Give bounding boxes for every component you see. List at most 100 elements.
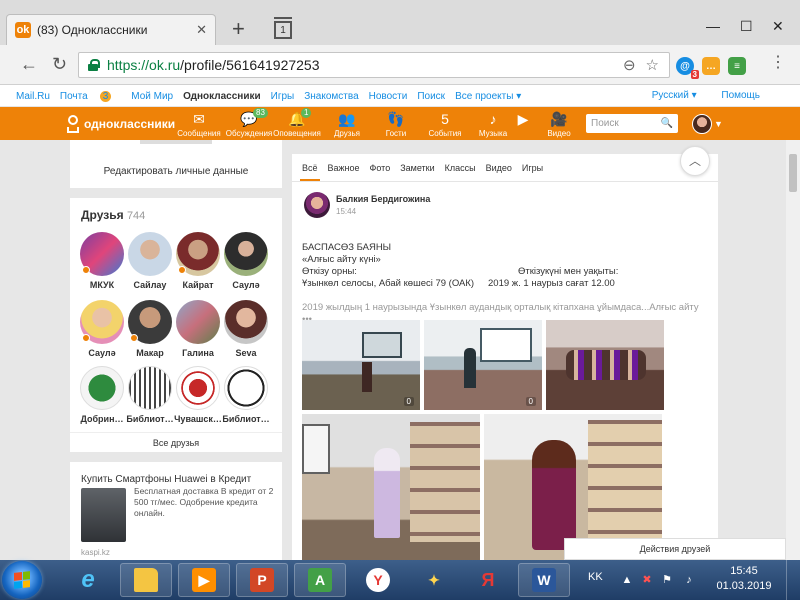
friend-avatar (80, 300, 124, 344)
taskbar-yandex-browser[interactable]: Y (352, 563, 404, 597)
portal-link-all-projects[interactable]: Все проекты ▾ (455, 91, 521, 102)
edit-profile-link[interactable]: Редактировать личные данные (70, 166, 282, 177)
friends-activity-button[interactable]: Действия друзей (564, 538, 786, 560)
post-text: БАСПАСӨЗ БАЯНЫ «Алғыс айту күні» Өткізу … (302, 242, 712, 326)
nav-friends[interactable]: 👥 Друзья (320, 110, 374, 138)
star-icon[interactable]: ☆ (646, 56, 659, 74)
ad-card[interactable]: Купить Смартфоны Huawei в Кредит Бесплат… (70, 462, 282, 560)
page-scrollbar[interactable] (786, 140, 800, 560)
tab-overview-button[interactable]: 1 (274, 17, 292, 39)
network-warning-icon[interactable]: ✖ (640, 573, 654, 587)
tab-photo[interactable]: Фото (370, 163, 391, 173)
post-author-avatar[interactable] (304, 192, 330, 218)
mailru-extension-icon[interactable]: @3 (676, 57, 699, 79)
friends-title[interactable]: Друзья 744 (81, 208, 145, 222)
more-menu-icon[interactable]: ⋮ (770, 55, 786, 71)
address-bar[interactable]: https://ok.ru/profile/561641927253 ⊖ ☆ (78, 52, 670, 78)
internet-explorer-icon: e (81, 566, 95, 593)
tab-important[interactable]: Важное (328, 163, 360, 173)
close-icon[interactable]: ✕ (196, 22, 207, 38)
friend-item[interactable]: Чувашск… (174, 366, 222, 424)
ad-phone-image[interactable] (81, 488, 126, 542)
reload-icon[interactable]: ↻ (52, 54, 67, 74)
friend-item[interactable]: Библиот… (126, 366, 174, 424)
friend-item[interactable]: Галина (174, 300, 222, 358)
scroll-up-button[interactable]: ︿ (680, 146, 710, 176)
chat-extension-icon[interactable]: … (702, 57, 720, 75)
show-desktop-button[interactable] (786, 560, 800, 600)
ok-logo[interactable]: одноклассники (66, 115, 175, 133)
friend-item[interactable]: Сайлау (126, 232, 174, 290)
folder-icon (134, 568, 158, 592)
taskbar-green-app[interactable]: A (294, 563, 346, 597)
powerpoint-icon: P (250, 568, 274, 592)
ad-source[interactable]: kaspi.kz (81, 548, 110, 557)
nav-discussions[interactable]: 💬 83 Обсуждения (222, 108, 276, 138)
portal-link-mail[interactable]: Почта 3 (60, 90, 121, 102)
friend-item[interactable]: Seva (222, 300, 270, 358)
nav-video[interactable]: 🎥 Видео (532, 110, 586, 138)
zoom-out-icon[interactable]: ⊖ (623, 56, 636, 74)
close-window-icon[interactable]: ✕ (772, 18, 784, 35)
scrollbar-thumb[interactable] (789, 154, 797, 192)
friend-item[interactable]: МКУК (78, 232, 126, 290)
post-photo[interactable]: 0 (302, 320, 420, 410)
ad-text: Бесплатная доставка В кредит от 2 500 тг… (134, 486, 274, 518)
maximize-icon[interactable]: ☐ (740, 18, 753, 35)
back-arrow-icon[interactable]: ← (20, 54, 38, 74)
tray-arrow-icon[interactable]: ▲ (620, 573, 634, 587)
portal-right: Русский ▾ Помощь (640, 90, 770, 101)
browser-tab[interactable]: ok (83) Одноклассники ✕ (6, 14, 216, 45)
language-selector[interactable]: Русский ▾ (652, 90, 697, 101)
taskbar-explorer[interactable] (120, 563, 172, 597)
post-author[interactable]: Балкия Бердигожина (336, 194, 430, 204)
portal-link[interactable]: Mail.Ru (16, 91, 50, 102)
nav-guests[interactable]: 👣 Гости (369, 110, 423, 138)
friend-item[interactable]: Макар (126, 300, 174, 358)
tab-notes[interactable]: Заметки (400, 163, 434, 173)
taskbar-ie[interactable]: e (62, 563, 114, 597)
friend-item[interactable]: Саулә (78, 300, 126, 358)
friend-avatar (128, 300, 172, 344)
language-indicator[interactable]: KK (588, 571, 603, 583)
taskbar-wand[interactable]: ✦ (408, 563, 460, 597)
minimize-icon[interactable]: — (706, 18, 720, 34)
taskbar-yandex[interactable]: Я (462, 563, 514, 597)
post-photo[interactable] (546, 320, 664, 410)
taskbar-word[interactable]: W (518, 563, 570, 597)
flag-icon[interactable]: ⚑ (660, 573, 674, 587)
ad-title[interactable]: Купить Смартфоны Huawei в Кредит (81, 474, 251, 485)
tab-video[interactable]: Видео (486, 163, 512, 173)
friend-item[interactable]: Библиот… (222, 366, 270, 424)
volume-icon[interactable]: ♪ (682, 573, 696, 587)
nav-events[interactable]: 5 События (418, 110, 472, 138)
portal-link-active[interactable]: Одноклассники (183, 91, 261, 102)
tab-likes[interactable]: Классы (445, 163, 476, 173)
post-photo[interactable]: 0 (424, 320, 542, 410)
tab-all[interactable]: Всё (300, 163, 319, 181)
portal-link[interactable]: Мой Мир (131, 91, 173, 102)
portal-link[interactable]: Игры (271, 91, 295, 102)
tab-games[interactable]: Игры (522, 163, 543, 173)
start-button[interactable] (2, 561, 42, 599)
portal-link[interactable]: Поиск (417, 91, 445, 102)
nav-notifications[interactable]: 🔔 1 Оповещения (270, 108, 324, 138)
taskbar-media[interactable]: ▶ (178, 563, 230, 597)
help-link[interactable]: Помощь (721, 90, 760, 101)
portal-link[interactable]: Знакомства (304, 91, 358, 102)
search-icon[interactable]: 🔍 (661, 118, 673, 129)
new-tab-button[interactable]: + (232, 18, 245, 40)
friend-item[interactable]: Добрин… (78, 366, 126, 424)
all-friends-link[interactable]: Все друзья (70, 432, 282, 452)
portal-link[interactable]: Новости (369, 91, 408, 102)
list-extension-icon[interactable]: ≡ (728, 57, 746, 75)
post-photo[interactable] (302, 414, 480, 560)
search-input[interactable]: Поиск 🔍 (586, 114, 678, 133)
nav-messages[interactable]: ✉ Сообщения (172, 110, 226, 138)
taskbar-powerpoint[interactable]: P (236, 563, 288, 597)
friend-item[interactable]: Кайрат (174, 232, 222, 290)
system-clock[interactable]: 15:45 01.03.2019 (714, 564, 774, 594)
chevron-down-icon[interactable]: ▼ (714, 119, 723, 129)
friend-item[interactable]: Саулә (222, 232, 270, 290)
user-avatar[interactable] (692, 114, 712, 134)
